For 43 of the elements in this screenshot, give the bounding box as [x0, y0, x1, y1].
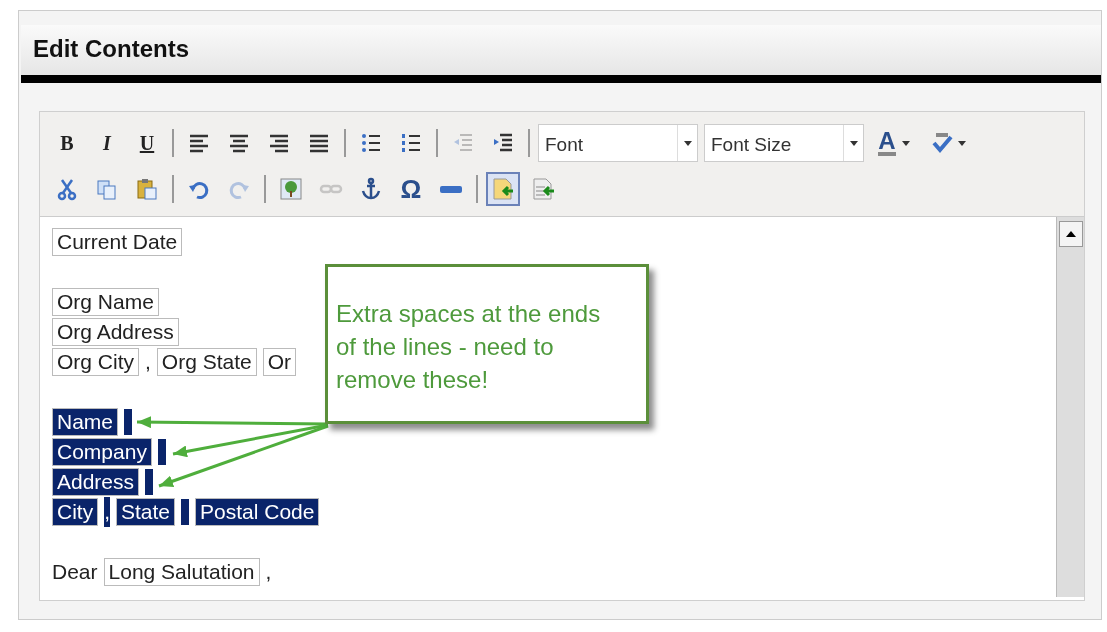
- merge-field: Postal Code: [195, 498, 320, 526]
- dropdown[interactable]: Font: [538, 124, 698, 162]
- special-character-button[interactable]: Ω: [394, 172, 428, 206]
- merge-field: Name: [52, 408, 119, 436]
- copy-icon: [95, 177, 119, 201]
- merge-field: Org Name: [52, 288, 159, 316]
- caret-icon: [849, 140, 858, 146]
- tree-image-icon: [279, 177, 303, 201]
- merge-field: State: [116, 498, 176, 526]
- merge-field: Long Salutation: [103, 558, 260, 586]
- scissors-icon: [55, 177, 79, 201]
- scroll-up-button[interactable]: [1059, 221, 1083, 247]
- letter-text: Dear: [52, 559, 98, 585]
- table-document-icon: [531, 177, 555, 201]
- numbered-list-icon: [399, 131, 423, 155]
- window-title: Edit Contents: [33, 35, 190, 64]
- dropdown[interactable]: Font Size: [704, 124, 864, 162]
- letter-text: ,: [265, 559, 272, 585]
- document-arrow-icon: [491, 177, 515, 201]
- letter-text: ,: [145, 349, 151, 375]
- merge-field: Org State: [156, 348, 257, 376]
- caret-icon: [683, 140, 692, 146]
- anchor-icon: [359, 177, 383, 201]
- caret-icon: [901, 140, 910, 146]
- spellcheck-icon: [930, 131, 954, 155]
- text-color-button[interactable]: A: [870, 126, 918, 160]
- letter-text: ,: [104, 497, 110, 527]
- merge-field: City: [52, 498, 99, 526]
- scrollbar[interactable]: [1056, 217, 1084, 597]
- merge-field: Company: [52, 438, 152, 466]
- merge-field: Or: [262, 348, 297, 376]
- merge-field: Org Address: [52, 318, 179, 346]
- annotation-callout: Extra spaces at the ends of the lines - need to remove these!: [325, 264, 649, 424]
- clipboard-icon: [135, 177, 159, 201]
- italic-button[interactable]: I: [90, 126, 124, 160]
- merge-field: Org City: [52, 348, 139, 376]
- bold-button[interactable]: B: [50, 126, 84, 160]
- merge-field: Current Date: [52, 228, 183, 256]
- underline-button[interactable]: U: [130, 126, 164, 160]
- document-arrow-button[interactable]: [486, 172, 520, 206]
- caret-icon: [958, 140, 966, 146]
- merge-field: Address: [52, 468, 140, 496]
- bullet-list-icon: [359, 131, 383, 155]
